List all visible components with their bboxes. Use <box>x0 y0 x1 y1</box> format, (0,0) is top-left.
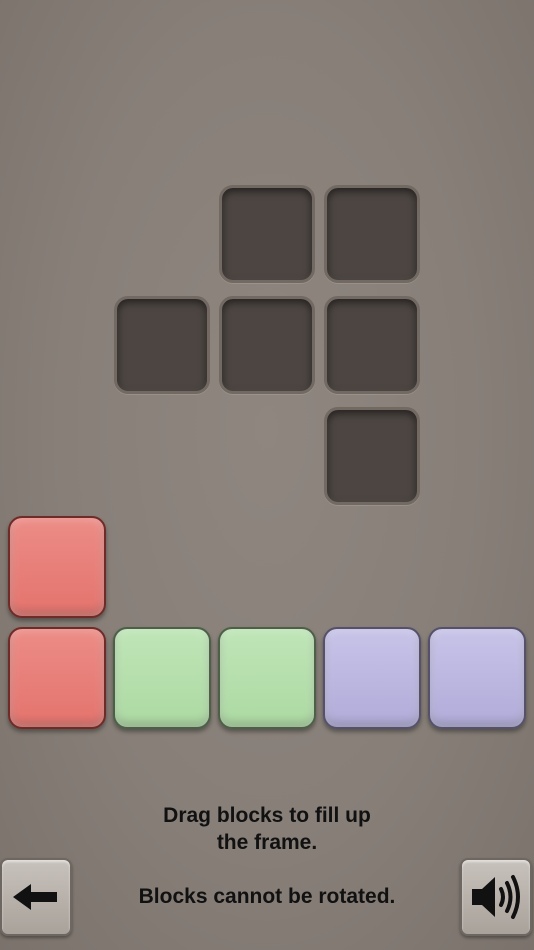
speaker-icon <box>468 871 524 923</box>
green-block[interactable] <box>113 627 211 729</box>
frame-slot <box>219 185 315 283</box>
frame-slot <box>219 296 315 394</box>
rule-text: Blocks cannot be rotated. <box>138 885 396 908</box>
purple-block[interactable] <box>323 627 421 729</box>
green-block[interactable] <box>218 627 316 729</box>
back-arrow-icon <box>11 882 61 912</box>
frame-slot <box>324 407 420 505</box>
red-block[interactable] <box>8 627 106 729</box>
back-button[interactable] <box>0 858 72 936</box>
frame-slot <box>324 185 420 283</box>
instruction-line-1: Drag blocks to fill up <box>163 804 371 827</box>
sound-button[interactable] <box>460 858 532 936</box>
game-board: Drag blocks to fill up the frame. Blocks… <box>0 0 534 950</box>
instruction-line-2: the frame. <box>216 831 318 854</box>
red-block[interactable] <box>8 516 106 618</box>
frame-slot <box>324 296 420 394</box>
frame-slot <box>114 296 210 394</box>
instruction-text: Drag blocks to fill up the frame. <box>67 802 467 856</box>
purple-block[interactable] <box>428 627 526 729</box>
